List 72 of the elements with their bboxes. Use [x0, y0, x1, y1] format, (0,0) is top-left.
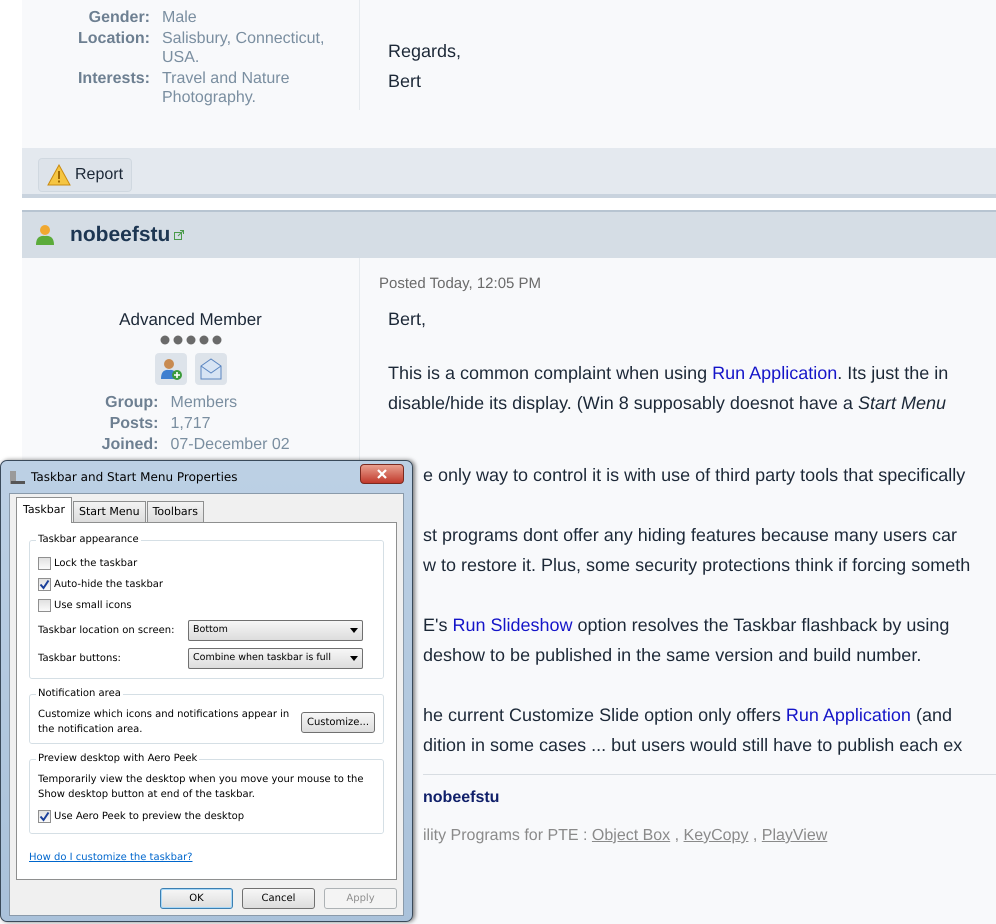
dropdown[interactable]: Combine when taskbar is full: [188, 648, 363, 668]
user-add-icon: [158, 356, 182, 380]
link[interactable]: Run Application: [786, 705, 911, 725]
paragraph-line: deshow to be published in the same version and build number.: [423, 644, 922, 667]
checkbox-label: Use small icons: [54, 599, 132, 613]
profile-value: 1,717: [170, 414, 212, 432]
check-icon: [39, 579, 50, 590]
paragraph-line: disable/hide its display. (Win 8 supposably doesnot have a Start Menu: [388, 392, 947, 415]
signature-name: nobeefstu: [423, 788, 500, 808]
checkbox-label: Use Aero Peek to preview the desktop: [54, 810, 244, 824]
closing-text: Bert: [388, 70, 422, 93]
caret-icon: [350, 628, 358, 632]
envelope-icon: [198, 358, 222, 380]
closing-text: Regards,: [388, 40, 462, 63]
window-icon: [9, 469, 25, 485]
description-text: Customize which icons and notifications appear in the notification area.: [38, 708, 290, 737]
paragraph-line: dition in some cases ... but users would still have to publish each ex: [423, 734, 964, 757]
checkbox[interactable]: [38, 578, 51, 591]
report-button[interactable]: Report: [38, 158, 132, 192]
dialog-button[interactable]: Cancel: [242, 888, 315, 909]
checkbox[interactable]: [38, 810, 51, 823]
author-link[interactable]: nobeefstu: [70, 219, 170, 251]
tab[interactable]: Start Menu: [73, 500, 146, 522]
message-button[interactable]: [194, 352, 226, 384]
paragraph-line: E's Run Slideshow option resolves the Taskbar flashback by using: [423, 614, 950, 637]
member-rank: Advanced Member: [119, 309, 262, 331]
signature-text: ility Programs for PTE : Object Box , KeyCopy , PlayView: [423, 826, 828, 846]
link[interactable]: Run Slideshow: [452, 615, 573, 635]
profile-label: Group:: [104, 392, 160, 412]
link[interactable]: Run Application: [712, 362, 838, 382]
close-button[interactable]: [360, 464, 404, 484]
caret-icon: [350, 656, 358, 660]
field-label: Taskbar location on screen:: [38, 624, 176, 638]
warning-icon: [47, 164, 71, 186]
profile-value: Male: [162, 8, 198, 27]
check-icon: [39, 811, 50, 822]
profile-label: Posts:: [108, 414, 160, 432]
group-title: Taskbar appearance: [36, 533, 141, 547]
tab[interactable]: Toolbars: [146, 500, 204, 522]
dialog-button[interactable]: OK: [160, 888, 233, 909]
rank-pips-icon: [160, 334, 222, 344]
profile-label: Gender:: [88, 8, 151, 27]
profile-value: Members: [170, 392, 238, 412]
field-label: Taskbar buttons:: [38, 652, 122, 666]
description-text: Temporarily view the desktop when you move your mouse to the Show desktop button at end of the taskbar.: [38, 773, 365, 802]
post-date: Posted Today, 12:05 PM: [378, 274, 542, 294]
help-link[interactable]: How do I customize the taskbar?: [29, 852, 192, 863]
profile-label: Location:: [77, 29, 151, 49]
tab[interactable]: Taskbar: [16, 496, 72, 523]
user-icon: [34, 224, 56, 246]
dropdown[interactable]: Bottom: [188, 620, 363, 640]
group-title: Preview desktop with Aero Peek: [36, 752, 200, 766]
paragraph-line: w to restore it. Plus, some security protections think if forcing someth: [423, 554, 972, 577]
window-title: Taskbar and Start Menu Properties: [31, 469, 238, 486]
profile-label: Interests:: [76, 69, 151, 89]
checkbox[interactable]: [38, 557, 51, 570]
checkbox-label: Lock the taskbar: [54, 557, 138, 571]
profile-value: 07-December 02: [170, 434, 291, 454]
profile-value: Salisbury, Connecticut, USA.: [162, 29, 326, 67]
checkbox-label: Auto-hide the taskbar: [54, 578, 164, 592]
paragraph-line: he current Customize Slide option only offers Run Application (and: [423, 704, 953, 727]
checkbox[interactable]: [38, 599, 51, 612]
profile-value: Travel and Nature Photography.: [162, 69, 290, 107]
add-friend-button[interactable]: [154, 352, 186, 384]
customize-button[interactable]: Customize...: [300, 712, 375, 732]
profile-label: Joined:: [100, 434, 160, 454]
external-link-icon: [174, 230, 184, 240]
paragraph-line: This is a common complaint when using Run Application. Its just the in: [388, 362, 948, 385]
paragraph-line: e only way to control it is with use of third party tools that specifically: [423, 464, 966, 487]
paragraph-line: st programs dont offer any hiding features because many users car: [423, 524, 958, 547]
close-icon: [377, 469, 387, 479]
greeting-text: Bert,: [388, 308, 428, 330]
